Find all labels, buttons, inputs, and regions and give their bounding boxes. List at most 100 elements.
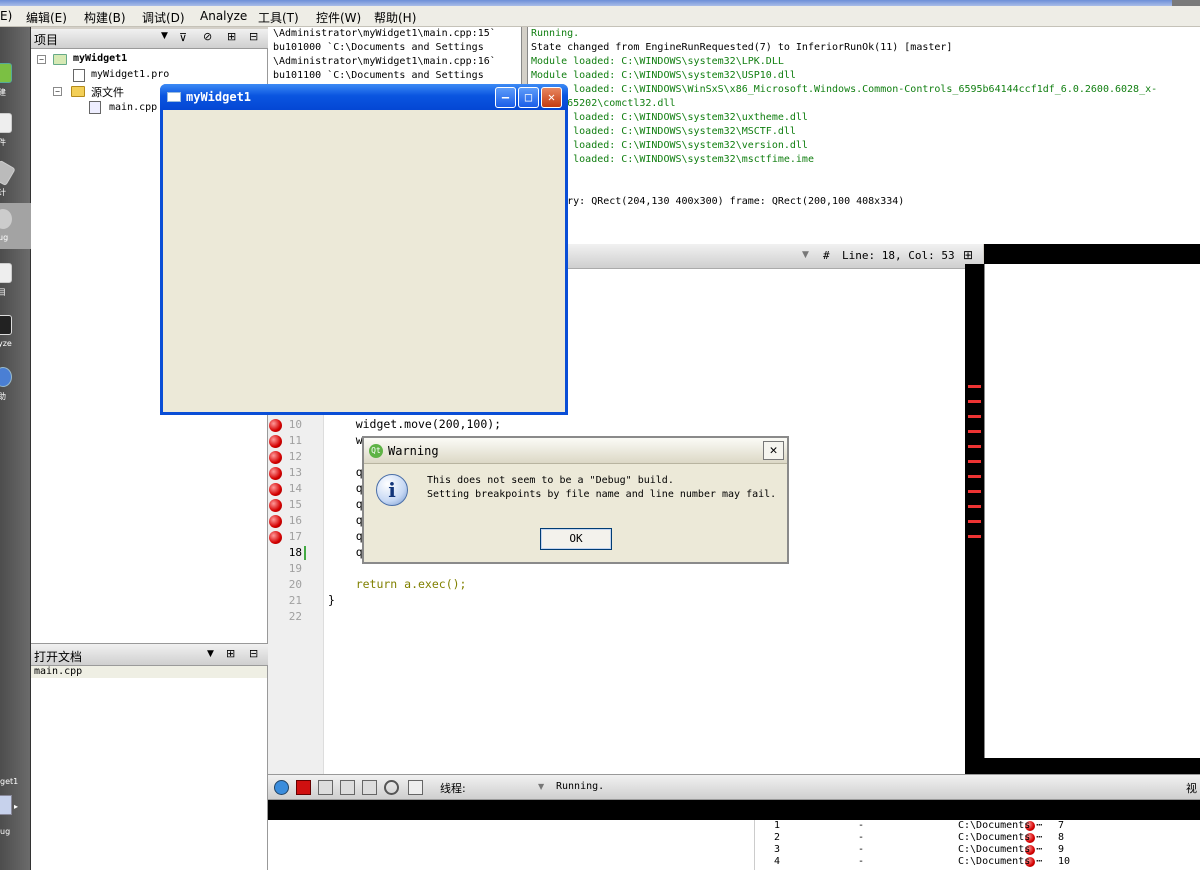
chevron-down-icon[interactable]: ▼ xyxy=(802,250,809,260)
code-line: q xyxy=(328,465,363,479)
pause-icon[interactable] xyxy=(274,780,289,795)
log-line: Module loaded: C:\WINDOWS\system32\uxthe… xyxy=(531,112,808,123)
tree-item-project[interactable]: myWidget1 xyxy=(73,53,127,64)
breakpoint-num: 3 xyxy=(774,844,781,855)
log-line: Module loaded: C:\WINDOWS\system32\msctf… xyxy=(531,154,814,165)
breakpoint-func: - xyxy=(858,844,865,855)
filter-icon[interactable]: ⊽ xyxy=(179,31,187,44)
mode-welcome[interactable]: 建 xyxy=(0,57,31,103)
menu-item-edit[interactable]: 编辑(E) xyxy=(26,9,67,26)
open-docs-header: 打开文档 ▼ ⊞ ⊟ xyxy=(31,643,268,666)
app-window-title: myWidget1 xyxy=(186,90,252,104)
open-doc-item[interactable]: main.cpp xyxy=(31,666,267,678)
code-line: q xyxy=(328,481,363,495)
breakpoint-line: 8 xyxy=(1058,832,1065,843)
target-label: get1 xyxy=(0,777,19,786)
ok-button[interactable]: OK xyxy=(540,528,612,550)
power-icon[interactable] xyxy=(384,780,399,795)
split-icon[interactable]: ⊞ xyxy=(227,30,236,43)
editor-hash-label: # xyxy=(823,249,830,262)
minimize-button[interactable]: – xyxy=(495,87,516,108)
target-arrow-icon[interactable]: ▸ xyxy=(14,802,18,811)
app-window[interactable]: myWidget1 – □ ✕ xyxy=(160,84,568,415)
menu-item-controls[interactable]: 控件(W) xyxy=(316,9,361,26)
line-number: 18 xyxy=(288,546,302,559)
sync-icon[interactable]: ⊘ xyxy=(203,30,212,43)
menu-item-tools[interactable]: 工具(T) xyxy=(258,9,299,26)
warning-message-line1: This does not seem to be a "Debug" build… xyxy=(427,475,674,486)
breakpoint-marker xyxy=(968,430,981,433)
maximize-button[interactable]: □ xyxy=(518,87,539,108)
split-icon[interactable]: ⊞ xyxy=(226,647,235,660)
folder-icon xyxy=(71,86,85,97)
thread-label: 线程: xyxy=(440,782,466,795)
editor-scrollbar[interactable] xyxy=(965,264,984,774)
cpp-file-icon xyxy=(89,101,101,114)
mode-analyze[interactable]: yze xyxy=(0,309,31,355)
help-icon xyxy=(0,367,12,387)
app-window-titlebar[interactable]: myWidget1 – □ ✕ xyxy=(160,84,568,110)
line-number: 22 xyxy=(288,610,302,623)
thread-select-chevron-icon[interactable]: ▼ xyxy=(538,782,544,791)
mode-debug[interactable]: ug xyxy=(0,203,31,249)
breakpoint-line: 10 xyxy=(1058,856,1071,867)
warning-message-line2: Setting breakpoints by file name and lin… xyxy=(427,489,777,500)
mode-label: yze xyxy=(0,339,12,348)
log-line: \Administrator\myWidget1\main.cpp:16` xyxy=(273,56,496,67)
chevron-down-icon[interactable]: ▼ xyxy=(161,31,168,41)
breakpoint-marker xyxy=(968,490,981,493)
log-line: State changed from EngineRunRequested(7)… xyxy=(531,42,953,53)
debugger-status: Running. xyxy=(556,781,605,792)
menu-item-file[interactable]: E) xyxy=(0,9,12,23)
view-label[interactable]: 视 xyxy=(1186,780,1197,796)
stop-icon[interactable] xyxy=(296,780,311,795)
tree-item-sources-folder[interactable]: 源文件 xyxy=(91,84,124,100)
log-line: Module loaded: C:\WINDOWS\WinSxS\x86_Mic… xyxy=(531,84,1158,95)
step-out-icon[interactable] xyxy=(362,780,377,795)
target-mode-label: ug xyxy=(0,827,11,836)
code-line: q xyxy=(328,545,363,559)
collapse-icon[interactable]: − xyxy=(37,55,46,64)
close-button[interactable]: ✕ xyxy=(541,87,562,108)
close-panel-icon[interactable]: ⊟ xyxy=(249,30,258,43)
line-number: 19 xyxy=(288,562,302,575)
menu-item-build[interactable]: 构建(B) xyxy=(84,9,126,26)
close-panel-icon[interactable]: ⊟ xyxy=(249,647,258,660)
menu-item-analyze[interactable]: Analyze xyxy=(200,9,247,23)
warning-titlebar[interactable]: Qt Warning ✕ xyxy=(364,438,787,464)
disassembly-icon[interactable] xyxy=(408,780,423,795)
mode-edit[interactable]: 件 xyxy=(0,107,31,153)
target-device-icon[interactable] xyxy=(0,795,12,815)
open-docs-title: 打开文档 xyxy=(34,650,83,664)
split-icon[interactable]: ⊞ xyxy=(963,248,973,262)
menu-item-help[interactable]: 帮助(H) xyxy=(374,9,416,26)
step-over-icon[interactable] xyxy=(318,780,333,795)
breakpoint-num: 4 xyxy=(774,856,781,867)
breakpoint-marker xyxy=(968,415,981,418)
column-divider xyxy=(754,820,755,870)
mode-help[interactable]: 助 xyxy=(0,361,31,407)
mode-projects[interactable]: 目 xyxy=(0,257,31,303)
mode-design[interactable]: 计 xyxy=(0,157,31,203)
log-line: Module loaded: C:\WINDOWS\system32\USP10… xyxy=(531,70,796,81)
breakpoint-marker xyxy=(968,460,981,463)
tree-item-main-cpp[interactable]: main.cpp xyxy=(109,102,157,113)
mode-label: 建 xyxy=(0,88,6,97)
collapse-icon[interactable]: − xyxy=(53,87,62,96)
open-docs-list: main.cpp xyxy=(31,666,268,870)
code-line: q xyxy=(328,513,363,527)
application-output-pane: Running. State changed from EngineRunRequ… xyxy=(527,27,1200,244)
close-button[interactable]: ✕ xyxy=(763,441,784,460)
chevron-down-icon[interactable]: ▼ xyxy=(207,649,214,659)
menu-item-debug[interactable]: 调试(D) xyxy=(142,9,185,26)
step-into-icon[interactable] xyxy=(340,780,355,795)
breakpoint-file: C:\Documents ⋯ xyxy=(958,820,1043,831)
tree-item-pro-file[interactable]: myWidget1.pro xyxy=(91,69,169,80)
line-number: 16 xyxy=(288,514,302,527)
debug-views-header xyxy=(268,800,1200,820)
breakpoints-list: 1 - C:\Documents ⋯ 7 2 - C:\Documents ⋯ 8 3 - C:\D… xyxy=(268,820,1200,870)
log-line: Running. xyxy=(531,28,580,39)
breakpoint-marker xyxy=(968,400,981,403)
breakpoint-marker xyxy=(968,445,981,448)
